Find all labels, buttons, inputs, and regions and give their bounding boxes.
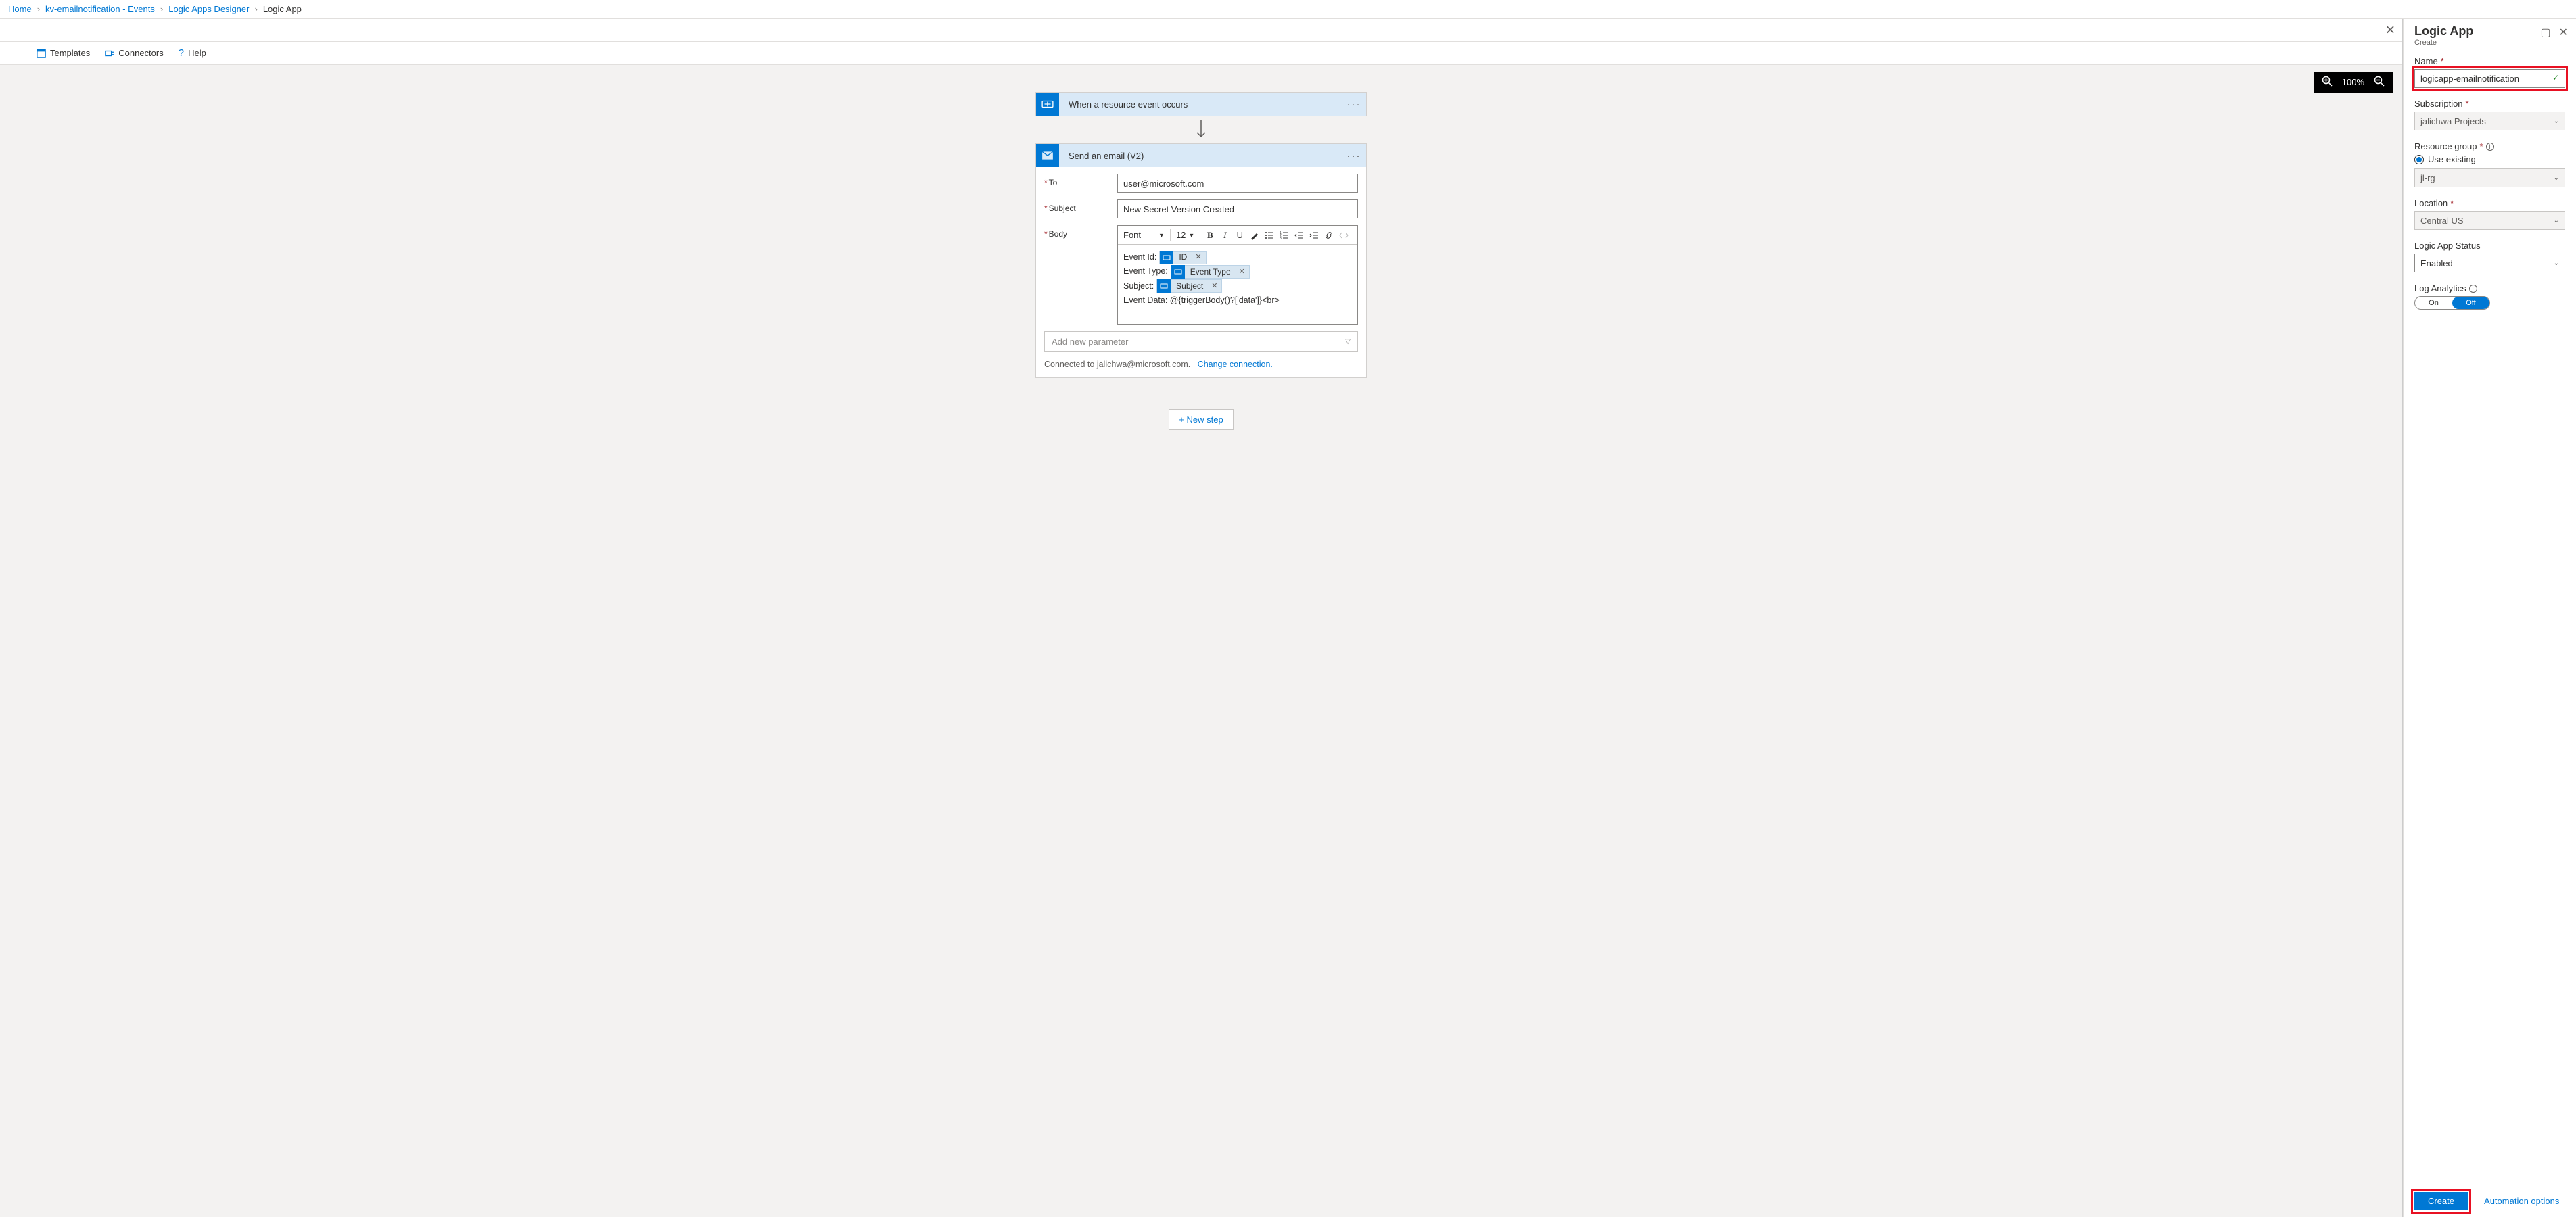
to-input[interactable] [1117, 174, 1358, 193]
body-label: *Body [1044, 225, 1112, 239]
flow-arrow-icon [1035, 116, 1367, 143]
zoom-control: 100% [2314, 72, 2393, 93]
font-size-select[interactable]: 12▼ [1173, 230, 1197, 240]
token-remove-icon[interactable]: ✕ [1235, 266, 1249, 279]
token-subject[interactable]: Subject ✕ [1156, 279, 1222, 293]
log-analytics-toggle[interactable]: On Off [2414, 296, 2490, 310]
close-icon[interactable]: ✕ [2385, 23, 2395, 37]
restore-icon[interactable]: ▢ [2540, 26, 2550, 39]
subject-input[interactable] [1117, 199, 1358, 218]
help-button[interactable]: ? Help [179, 47, 206, 59]
token-remove-icon[interactable]: ✕ [1191, 251, 1205, 264]
chevron-down-icon: ⌄ [2554, 118, 2559, 125]
log-analytics-label: Log Analyticsi [2414, 283, 2565, 293]
event-grid-icon [1036, 93, 1059, 116]
info-icon[interactable]: i [2469, 285, 2477, 293]
automation-options-link[interactable]: Automation options [2484, 1196, 2559, 1206]
chevron-down-icon: ⌄ [2554, 260, 2559, 267]
to-label: *To [1044, 174, 1112, 187]
token-remove-icon[interactable]: ✕ [1207, 280, 1221, 293]
chevron-right-icon: › [37, 4, 40, 14]
zoom-level: 100% [2342, 77, 2364, 87]
status-label: Logic App Status [2414, 241, 2565, 251]
underline-button[interactable]: U [1233, 229, 1246, 242]
trigger-menu-icon[interactable]: ··· [1342, 99, 1366, 110]
connectors-icon [105, 49, 114, 58]
breadcrumb-current: Logic App [263, 4, 302, 14]
color-button[interactable] [1248, 229, 1261, 242]
trigger-card[interactable]: When a resource event occurs ··· [1035, 92, 1367, 116]
use-existing-radio[interactable]: Use existing [2414, 154, 2565, 164]
email-menu-icon[interactable]: ··· [1342, 150, 1366, 162]
resource-group-select[interactable]: jl-rg ⌄ [2414, 168, 2565, 187]
templates-icon [37, 49, 46, 58]
designer-toolbar: Templates Connectors ? Help [0, 42, 2402, 65]
help-icon: ? [179, 47, 184, 59]
connectors-button[interactable]: Connectors [105, 48, 163, 58]
info-icon[interactable]: i [2486, 143, 2494, 151]
add-parameter-dropdown[interactable]: Add new parameter ▽ [1044, 331, 1358, 352]
font-select[interactable]: Font▼ [1121, 230, 1167, 240]
link-button[interactable] [1322, 229, 1336, 242]
subscription-select[interactable]: jalichwa Projects ⌄ [2414, 112, 2565, 130]
trigger-title: When a resource event occurs [1059, 99, 1342, 110]
create-button[interactable]: Create [2414, 1192, 2468, 1210]
status-select[interactable]: Enabled ⌄ [2414, 254, 2565, 272]
chevron-right-icon: › [160, 4, 163, 14]
outdent-button[interactable] [1292, 229, 1306, 242]
zoom-in-icon[interactable] [2322, 76, 2333, 89]
zoom-out-icon[interactable] [2374, 76, 2385, 89]
connection-info: Connected to jalichwa@microsoft.com. Cha… [1044, 360, 1358, 369]
chevron-down-icon: ⌄ [2554, 217, 2559, 224]
subscription-label: Subscription* [2414, 99, 2565, 109]
italic-button[interactable]: I [1218, 229, 1232, 242]
rte-toolbar: Font▼ 12▼ B I U [1118, 226, 1357, 245]
location-label: Location* [2414, 198, 2565, 208]
panel-subtitle: Create [2414, 39, 2565, 47]
token-id[interactable]: ID ✕ [1159, 251, 1206, 264]
title-strip: ✕ [0, 19, 2402, 42]
chevron-right-icon: › [254, 4, 257, 14]
body-content[interactable]: Event Id: ID ✕ Ev [1118, 245, 1357, 324]
resource-group-label: Resource group*i [2414, 141, 2565, 151]
token-event-type[interactable]: Event Type ✕ [1171, 265, 1250, 279]
name-input[interactable]: logicapp-emailnotification [2414, 69, 2565, 88]
breadcrumb-designer[interactable]: Logic Apps Designer [168, 4, 249, 14]
subject-label: *Subject [1044, 199, 1112, 213]
breadcrumb-kv-events[interactable]: kv-emailnotification - Events [45, 4, 155, 14]
outlook-icon [1036, 144, 1059, 167]
numbered-list-button[interactable]: 123 [1278, 229, 1291, 242]
email-card-title: Send an email (V2) [1059, 151, 1342, 161]
create-panel: Logic App Create ▢ ✕ Name* logicapp-emai… [2403, 19, 2576, 1217]
bold-button[interactable]: B [1203, 229, 1217, 242]
chevron-down-icon: ⌄ [2554, 174, 2559, 182]
breadcrumb-home[interactable]: Home [8, 4, 32, 14]
designer-main: ✕ Templates Connectors ? Help 100% [0, 19, 2403, 1217]
body-editor: Font▼ 12▼ B I U [1117, 225, 1358, 325]
email-action-card: Send an email (V2) ··· *To *Subject [1035, 143, 1367, 378]
indent-button[interactable] [1307, 229, 1321, 242]
change-connection-link[interactable]: Change connection. [1198, 360, 1273, 369]
code-view-button[interactable] [1337, 229, 1351, 242]
location-select[interactable]: Central US ⌄ [2414, 211, 2565, 230]
email-card-header[interactable]: Send an email (V2) ··· [1036, 144, 1366, 167]
new-step-button[interactable]: + New step [1169, 409, 1233, 430]
designer-canvas[interactable]: 100% When a resource event occurs ··· [0, 65, 2402, 1217]
close-icon[interactable]: ✕ [2559, 26, 2568, 39]
templates-button[interactable]: Templates [37, 48, 90, 58]
bulleted-list-button[interactable] [1263, 229, 1276, 242]
breadcrumb: Home › kv-emailnotification - Events › L… [0, 0, 2576, 19]
name-label: Name* [2414, 56, 2565, 66]
chevron-down-icon: ▽ [1345, 338, 1351, 345]
svg-text:3: 3 [1280, 237, 1282, 240]
